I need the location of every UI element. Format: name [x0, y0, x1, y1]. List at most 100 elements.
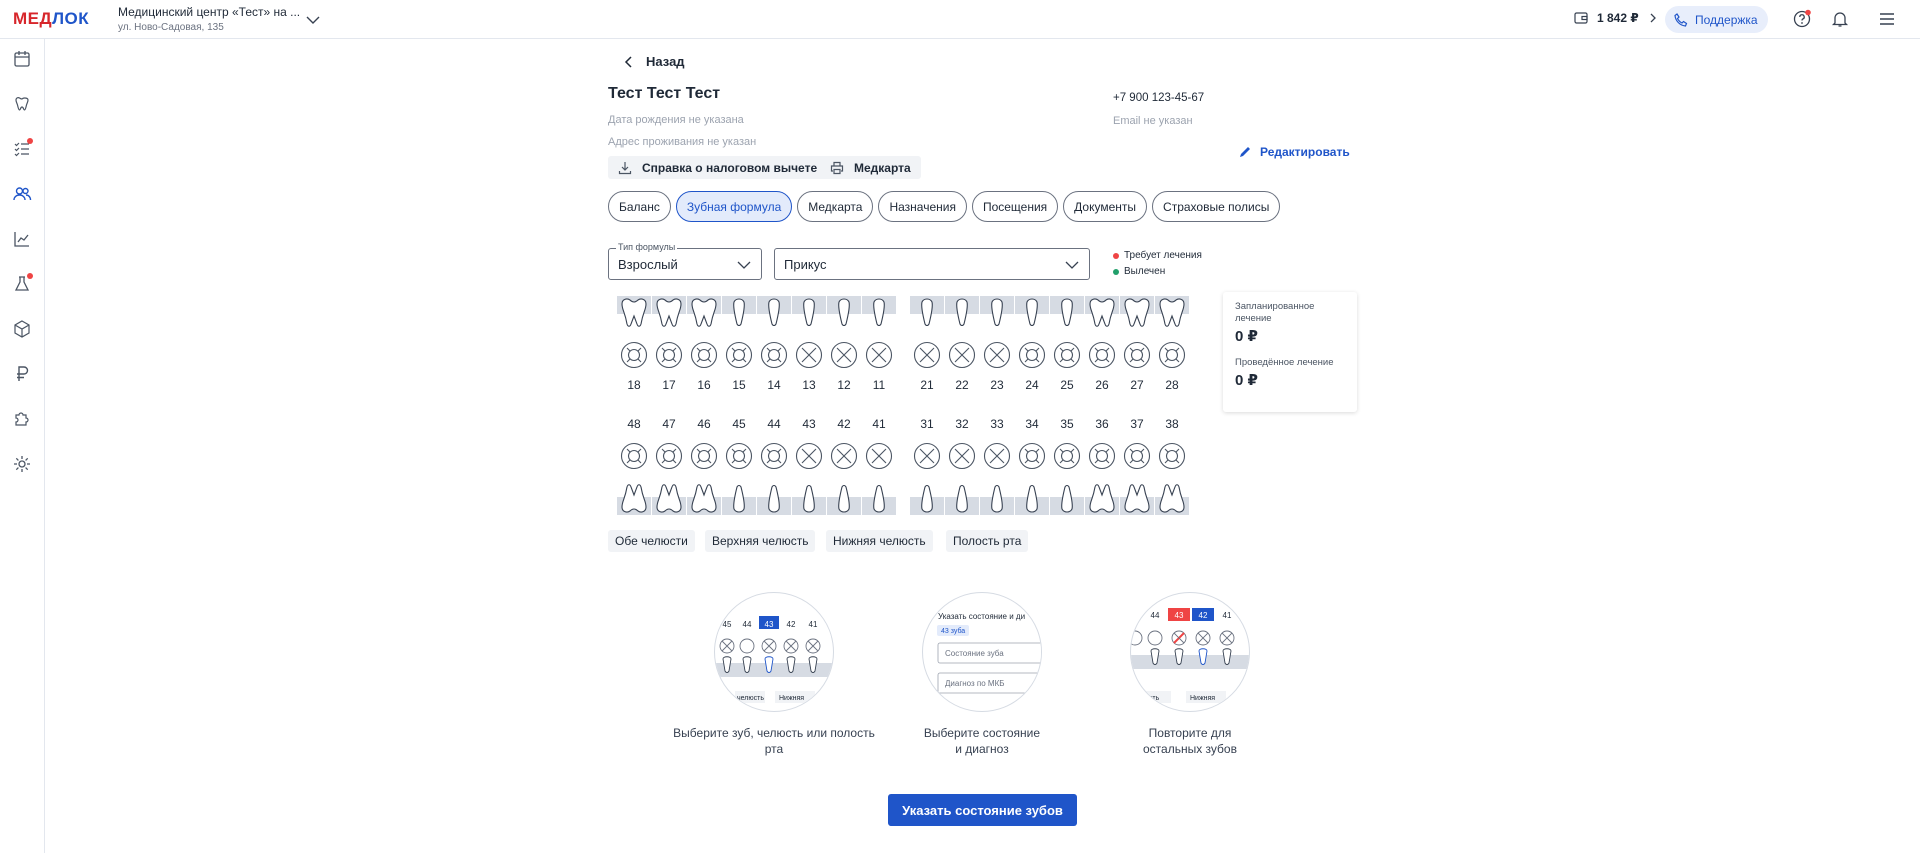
tooth-shape — [945, 296, 979, 337]
treatment-summary: Запланированное лечение 0 ₽ Проведённое … — [1223, 292, 1357, 412]
help-icon[interactable] — [1792, 9, 1812, 29]
tooth-shape — [1155, 479, 1189, 520]
tab-medcard[interactable]: Медкарта — [797, 191, 874, 222]
tooth-surface-circle — [1155, 338, 1189, 377]
sidebar-item-finance[interactable] — [12, 364, 32, 384]
tab-balance[interactable]: Баланс — [608, 191, 671, 222]
upper-jaw-button[interactable]: Верхняя челюсть — [705, 530, 816, 552]
sidebar-item-lab[interactable] — [12, 273, 33, 294]
sidebar-item-patients[interactable] — [12, 184, 32, 204]
legend-red-dot — [1113, 252, 1119, 259]
tooth-shape — [792, 296, 826, 337]
formula-type-value: Взрослый — [618, 256, 678, 272]
clinic-address: ул. Ново-Садовая, 135 — [118, 22, 224, 33]
tooth-surface-circle — [980, 338, 1014, 377]
pencil-icon — [1240, 147, 1250, 157]
edit-button[interactable]: Редактировать — [1238, 145, 1350, 159]
logo[interactable]: МЕДЛОК — [13, 9, 89, 29]
tooth-surface-circle — [1015, 338, 1049, 377]
medcard-print-button[interactable]: Медкарта — [820, 156, 921, 179]
oral-cavity-button[interactable]: Полость рта — [946, 530, 1029, 552]
tooth-surface-circle — [827, 439, 861, 478]
step1-num: 45 — [723, 620, 732, 629]
box-icon — [14, 320, 30, 338]
tab-visits[interactable]: Посещения — [971, 191, 1059, 222]
support-button[interactable]: Поддержка — [1665, 6, 1768, 33]
tooth-number: 45 — [732, 417, 746, 431]
tooth-number: 26 — [1095, 378, 1109, 392]
clinic-name: Медицинский центр «Тест» на ... — [118, 5, 301, 19]
tooth-number: 41 — [872, 417, 886, 431]
patient-tabs: Баланс Зубная формула Медкарта Назначени… — [608, 191, 1281, 222]
tooth-surface-circle — [652, 439, 686, 478]
sidebar-item-warehouse[interactable] — [12, 319, 32, 339]
tooth-number: 24 — [1025, 378, 1039, 392]
sidebar-item-dental[interactable] — [12, 94, 32, 114]
tooth-number: 38 — [1165, 417, 1179, 431]
tooth-shape — [862, 296, 896, 337]
tooth-shape — [980, 479, 1014, 520]
sidebar-item-settings[interactable] — [12, 454, 32, 474]
tooth-surface-circle — [1015, 439, 1049, 478]
step1-num: 42 — [787, 620, 796, 629]
step1-bottom-left: челюсть — [737, 695, 764, 702]
set-teeth-state-button[interactable]: Указать состояние зубов — [888, 794, 1077, 826]
tooth-shape — [1050, 479, 1084, 520]
tooth-number: 47 — [662, 417, 676, 431]
step3-illustration: 44 43 42 41 есть Нижняя — [1130, 592, 1250, 712]
step3-bottom-left: есть — [1145, 695, 1160, 702]
clinic-selector[interactable]: Медицинский центр «Тест» на ... ул. Ново… — [118, 5, 300, 33]
bite-select[interactable]: Прикус — [774, 248, 1090, 280]
bite-value: Прикус — [784, 256, 827, 272]
tab-dental-formula[interactable]: Зубная формула — [675, 191, 793, 222]
sidebar-item-integrations[interactable] — [12, 409, 32, 429]
legend-treated: Вылечен — [1113, 266, 1165, 277]
tooth-number: 11 — [872, 378, 886, 392]
tab-appointments[interactable]: Назначения — [878, 191, 967, 222]
sidebar-item-analytics[interactable] — [12, 229, 32, 249]
both-jaws-button[interactable]: Обе челюсти — [608, 530, 695, 552]
tooth-number: 43 — [802, 417, 816, 431]
tooth-number: 42 — [837, 417, 851, 431]
chart-icon — [14, 232, 29, 247]
edit-label: Редактировать — [1260, 145, 1350, 159]
chevron-down-icon — [737, 261, 751, 269]
tooth-shape — [757, 296, 791, 337]
chevron-down-icon[interactable] — [305, 12, 321, 28]
lower-jaw-button[interactable]: Нижняя челюсть — [826, 530, 933, 552]
tooth-shape — [1120, 296, 1154, 337]
tooth-surface-circle — [757, 439, 791, 478]
tooth-surface-circle — [1120, 439, 1154, 478]
tooth-surface-circle — [792, 338, 826, 377]
sidebar-item-tasks[interactable] — [12, 138, 33, 159]
tooth-surface-circle — [945, 439, 979, 478]
sidebar — [0, 39, 45, 853]
step2-illustration: Указать состояние и ди 43 зуба Состояние… — [922, 592, 1042, 712]
tax-certificate-button[interactable]: Справка о налоговом вычете — [608, 156, 828, 179]
formula-type-select[interactable]: Тип формулы Взрослый — [608, 242, 762, 280]
step3-num: 43 — [1175, 611, 1184, 620]
legend-label: Вылечен — [1124, 266, 1166, 277]
bell-icon[interactable] — [1830, 9, 1850, 29]
tooth-shape — [945, 479, 979, 520]
tab-insurance[interactable]: Страховые полисы — [1152, 191, 1281, 222]
menu-icon[interactable] — [1877, 9, 1897, 29]
balance[interactable]: 1 842 ₽ — [1573, 10, 1659, 26]
download-icon — [618, 161, 632, 174]
tooth-number: 17 — [662, 378, 676, 392]
patient-email: Email не указан — [1113, 115, 1193, 127]
patient-phone: +7 900 123-45-67 — [1113, 92, 1205, 104]
tooth-shape — [617, 479, 651, 520]
tab-documents[interactable]: Документы — [1063, 191, 1148, 222]
tooth-surface-circle — [722, 439, 756, 478]
tooth-surface-circle — [617, 439, 651, 478]
planned-label: Запланированное лечение — [1235, 301, 1315, 324]
legend-green-dot — [1113, 268, 1119, 275]
step2-text: Выберите состояние и диагноз — [923, 726, 1041, 756]
back-button[interactable]: Назад — [622, 54, 685, 69]
gear-icon — [14, 456, 30, 472]
tooth-surface-circle — [722, 338, 756, 377]
patient-address: Адрес проживания не указан — [608, 136, 757, 148]
tax-certificate-label: Справка о налоговом вычете — [642, 160, 818, 175]
sidebar-item-calendar[interactable] — [12, 49, 32, 69]
